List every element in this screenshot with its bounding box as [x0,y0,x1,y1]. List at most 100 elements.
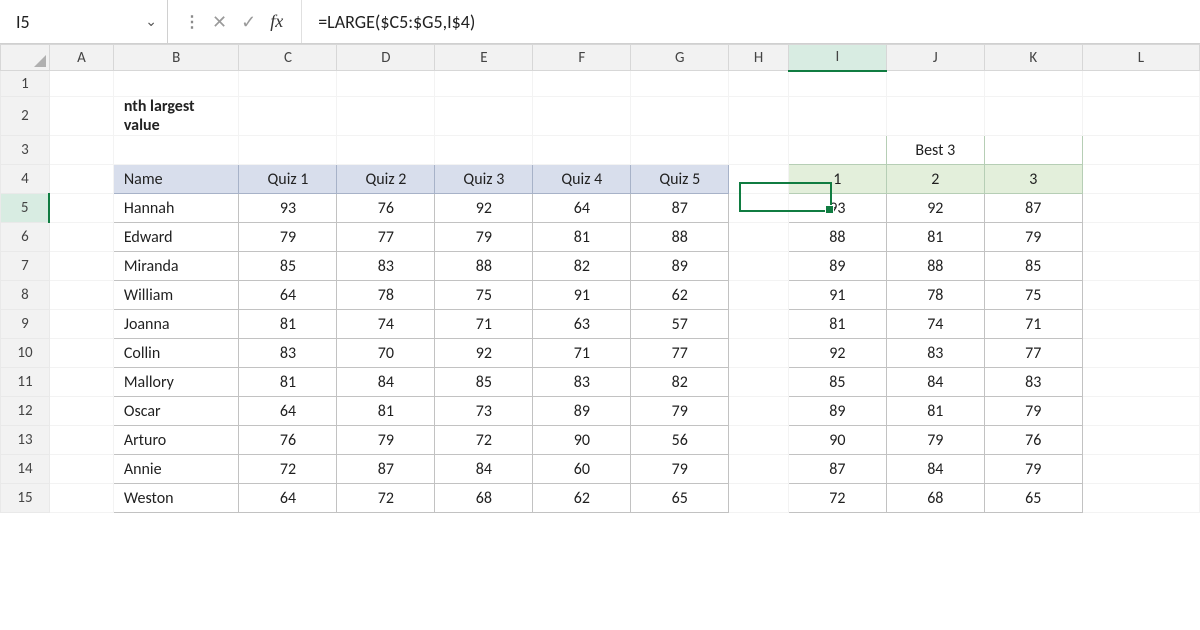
best3-value[interactable]: 79 [984,397,1082,426]
cell-A7[interactable] [49,252,113,281]
cell-L5[interactable] [1082,194,1199,223]
table-row-name[interactable]: Annie [113,455,239,484]
best3-value[interactable]: 84 [886,368,984,397]
table-row-value[interactable]: 88 [631,223,729,252]
cell-H3[interactable] [729,136,789,165]
cell-A8[interactable] [49,281,113,310]
best3-value[interactable]: 79 [886,426,984,455]
cell-A11[interactable] [49,368,113,397]
row-header-6[interactable]: 6 [1,223,50,252]
table-row-value[interactable]: 79 [435,223,533,252]
best3-value[interactable]: 83 [984,368,1082,397]
table-header[interactable]: Name [113,165,239,194]
table-row-value[interactable]: 87 [337,455,435,484]
cell-K1[interactable] [984,71,1082,97]
cell-J1[interactable] [886,71,984,97]
cell-A6[interactable] [49,223,113,252]
table-row-value[interactable]: 70 [337,339,435,368]
table-row-name[interactable]: Joanna [113,310,239,339]
table-row-value[interactable]: 83 [533,368,631,397]
cancel-icon[interactable]: ✕ [212,11,227,33]
spreadsheet-grid[interactable]: A B C D E F G H I J K L 12nth largest va… [0,44,1200,513]
table-row-value[interactable]: 89 [533,397,631,426]
best3-value[interactable]: 93 [788,194,886,223]
table-row-value[interactable]: 79 [631,455,729,484]
cell-B1[interactable] [113,71,239,97]
table-row-value[interactable]: 78 [337,281,435,310]
table-row-value[interactable]: 79 [239,223,337,252]
table-row-value[interactable]: 90 [533,426,631,455]
row-header-14[interactable]: 14 [1,455,50,484]
table-row-value[interactable]: 93 [239,194,337,223]
table-row-name[interactable]: Hannah [113,194,239,223]
cell-H2[interactable] [729,97,789,136]
cell-C3[interactable] [239,136,337,165]
cell-H13[interactable] [729,426,789,455]
cell-F2[interactable] [533,97,631,136]
cell-L11[interactable] [1082,368,1199,397]
cell-L7[interactable] [1082,252,1199,281]
table-header[interactable]: Quiz 1 [239,165,337,194]
best3-value[interactable]: 88 [788,223,886,252]
row-header-5[interactable]: 5 [1,194,50,223]
best3-value[interactable]: 92 [886,194,984,223]
best3-value[interactable]: 77 [984,339,1082,368]
cell-L2[interactable] [1082,97,1199,136]
best3-value[interactable]: 84 [886,455,984,484]
cell-L15[interactable] [1082,484,1199,513]
row-header-13[interactable]: 13 [1,426,50,455]
table-row-value[interactable]: 64 [239,397,337,426]
cell-L6[interactable] [1082,223,1199,252]
col-header-K[interactable]: K [984,45,1082,71]
best3-value[interactable]: 90 [788,426,886,455]
table-row-name[interactable]: William [113,281,239,310]
table-header[interactable]: Quiz 4 [533,165,631,194]
best3-value[interactable]: 89 [788,252,886,281]
table-row-value[interactable]: 63 [533,310,631,339]
table-row-value[interactable]: 64 [533,194,631,223]
table-row-value[interactable]: 79 [337,426,435,455]
best3-value[interactable]: 78 [886,281,984,310]
cell-E3[interactable] [435,136,533,165]
table-row-name[interactable]: Edward [113,223,239,252]
table-row-value[interactable]: 85 [239,252,337,281]
table-row-value[interactable]: 91 [533,281,631,310]
table-row-name[interactable]: Oscar [113,397,239,426]
table-row-value[interactable]: 85 [435,368,533,397]
table-row-value[interactable]: 84 [337,368,435,397]
table-row-value[interactable]: 73 [435,397,533,426]
row-header-15[interactable]: 15 [1,484,50,513]
table-row-value[interactable]: 83 [337,252,435,281]
fx-icon[interactable]: fx [270,11,283,32]
table-row-value[interactable]: 89 [631,252,729,281]
table-row-value[interactable]: 72 [435,426,533,455]
cell-H11[interactable] [729,368,789,397]
table-row-value[interactable]: 83 [239,339,337,368]
row-header-2[interactable]: 2 [1,97,50,136]
table-row-value[interactable]: 71 [435,310,533,339]
col-header-F[interactable]: F [533,45,631,71]
table-row-value[interactable]: 60 [533,455,631,484]
table-row-value[interactable]: 92 [435,339,533,368]
drag-handle-icon[interactable]: ⋮ [184,12,198,32]
table-row-value[interactable]: 92 [435,194,533,223]
page-title[interactable]: nth largest value [113,97,239,136]
chevron-down-icon[interactable]: ⌄ [145,13,157,30]
table-row-value[interactable]: 71 [533,339,631,368]
cell-A5[interactable] [49,194,113,223]
row-header-3[interactable]: 3 [1,136,50,165]
cell-L8[interactable] [1082,281,1199,310]
best3-value[interactable]: 89 [788,397,886,426]
cell-L3[interactable] [1082,136,1199,165]
col-header-G[interactable]: G [631,45,729,71]
best3-value[interactable]: 87 [984,194,1082,223]
table-row-value[interactable]: 88 [435,252,533,281]
cell-K3[interactable] [984,136,1082,165]
cell-I1[interactable] [788,71,886,97]
best3-value[interactable]: 79 [984,455,1082,484]
cell-H15[interactable] [729,484,789,513]
cell-L10[interactable] [1082,339,1199,368]
cell-A10[interactable] [49,339,113,368]
cell-L1[interactable] [1082,71,1199,97]
best3-value[interactable]: 74 [886,310,984,339]
